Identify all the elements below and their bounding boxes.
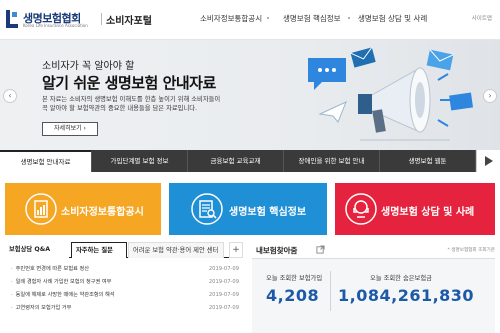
nav-disclosure[interactable]: 소비자정보통합공시 bbox=[200, 13, 262, 24]
list-item-title: 동일에 해제로 사망한 때에는 약관조항의 해석 bbox=[11, 289, 186, 302]
more-button[interactable]: 자세히보기 › bbox=[42, 122, 98, 136]
document-chart-icon bbox=[25, 193, 57, 225]
consultation-label: 생명보험 상담 및 사례 bbox=[381, 207, 475, 218]
site-header: 생명보험협회 Korea Life Insurance Association … bbox=[0, 0, 500, 40]
nav-core-info[interactable]: 생명보험 핵심정보 bbox=[283, 13, 341, 24]
play-icon bbox=[485, 156, 493, 166]
document-search-icon bbox=[191, 193, 223, 225]
hidden-claim-value: 1,084,261,830 bbox=[338, 286, 475, 305]
hero-tab-bar: 생명보험 안내자료 가입단계별 보험 정보 금융보험 교육교재 장애인을 위한 … bbox=[0, 150, 500, 172]
consultation-button[interactable]: 생명보험 상담 및 사례 bbox=[335, 183, 495, 235]
nav-separator-dot bbox=[267, 17, 269, 19]
more-plus-button[interactable]: + bbox=[229, 242, 243, 258]
insurance-finder-note: * 생명보험협회 조회기준 bbox=[447, 248, 495, 253]
stats-divider bbox=[330, 271, 331, 311]
next-slide-button[interactable]: › bbox=[483, 89, 497, 103]
list-item[interactable]: 고연령자의 보험가입 거부 2019-07-09 bbox=[5, 302, 243, 315]
external-link-icon[interactable] bbox=[316, 245, 325, 254]
core-info-label: 생명보험 핵심정보 bbox=[229, 207, 307, 218]
core-info-button[interactable]: 생명보험 핵심정보 bbox=[169, 183, 327, 235]
list-item-date: 2019-07-09 bbox=[208, 305, 239, 311]
hero-title: 알기 쉬운 생명보험 안내자료 bbox=[42, 74, 216, 92]
today-lookup-value: 4,208 bbox=[266, 286, 320, 305]
list-item-date: 2019-07-09 bbox=[208, 266, 239, 272]
tab-disabled-guide[interactable]: 장애인을 위한 보험 안내 bbox=[284, 150, 380, 172]
nav-separator-dot bbox=[348, 17, 350, 19]
qa-panel: 보험상담 Q&A 자주하는 질문 어려운 보험 약관·용어 제안 센터 + 주민… bbox=[5, 242, 243, 333]
tab-education[interactable]: 금융보험 교육교재 bbox=[188, 150, 284, 172]
tab-terms-center[interactable]: 어려운 보험 약관·용어 제안 센터 bbox=[128, 242, 224, 258]
tab-stage-info[interactable]: 가입단계별 보험 정보 bbox=[92, 150, 188, 172]
site-map-link[interactable]: 사이트맵 bbox=[472, 14, 492, 22]
hero-subtitle: 소비자가 꼭 알아야 할 bbox=[42, 61, 135, 72]
logo[interactable]: 생명보험협회 Korea Life Insurance Association bbox=[6, 8, 102, 32]
hero-description-line: 꼭 알아야 할 보험약관의 중요한 내용들을 담은 자료입니다. bbox=[42, 105, 198, 112]
insurance-finder-panel: 내보험찾아줌 * 생명보험협회 조회기준 오늘 조회한 보험가입 4,208 오… bbox=[252, 242, 495, 333]
hero-banner: 소비자가 꼭 알아야 할 알기 쉬운 생명보험 안내자료 본 자료는 소비자의 … bbox=[0, 40, 500, 150]
insurance-stats-box: 오늘 조회한 보험가입 4,208 오늘 조회한 숨은보험금 1,084,261… bbox=[252, 258, 495, 333]
list-item-title: 고연령자의 보험가입 거부 bbox=[11, 302, 186, 315]
tab-faq[interactable]: 자주하는 질문 bbox=[71, 242, 127, 258]
hero-description: 본 자료는 소비자의 생명보험 이해도를 한층 높이기 위해 소비자들이 꼭 알… bbox=[42, 95, 312, 113]
logo-mark-icon bbox=[6, 10, 18, 28]
portal-title[interactable]: 소비자포털 bbox=[106, 12, 152, 27]
tab-webtoon[interactable]: 생명보험 웹툰 bbox=[380, 150, 476, 172]
prev-slide-button[interactable]: ‹ bbox=[3, 89, 17, 103]
list-item-title: 주민번호 변경에 따른 보험료 정산 bbox=[11, 263, 186, 276]
tab-guide-materials[interactable]: 생명보험 안내자료 bbox=[0, 150, 92, 172]
consultation-icon bbox=[345, 193, 377, 225]
logo-subtitle: Korea Life Insurance Association bbox=[23, 23, 88, 28]
nav-consultation[interactable]: 생명보험 상담 및 사례 bbox=[358, 13, 427, 24]
qa-tab-bar: 보험상담 Q&A 자주하는 질문 어려운 보험 약관·용어 제안 센터 + bbox=[5, 242, 243, 258]
insurance-finder-title[interactable]: 내보험찾아줌 bbox=[256, 245, 297, 256]
hidden-claim-label: 오늘 조회한 숨은보험금 bbox=[370, 275, 432, 282]
disclosure-label: 소비자정보통합공시 bbox=[61, 207, 144, 218]
list-item[interactable]: 일례 경험자 사례 가입한 보험의 청구권 여부 2019-07-09 bbox=[5, 276, 243, 289]
megaphone-illustration bbox=[308, 47, 474, 141]
list-item[interactable]: 동일에 해제로 사망한 때에는 약관조항의 해석 2019-07-09 bbox=[5, 289, 243, 302]
play-button[interactable] bbox=[476, 150, 500, 172]
list-item-date: 2019-07-09 bbox=[208, 292, 239, 298]
list-item-date: 2019-07-09 bbox=[208, 279, 239, 285]
divider bbox=[101, 13, 102, 25]
today-lookup-label: 오늘 조회한 보험가입 bbox=[266, 275, 323, 282]
list-item-title: 일례 경험자 사례 가입한 보험의 청구권 여부 bbox=[11, 276, 186, 289]
disclosure-button[interactable]: 소비자정보통합공시 bbox=[5, 183, 161, 235]
tab-qa[interactable]: 보험상담 Q&A bbox=[5, 242, 69, 258]
hero-description-line: 본 자료는 소비자의 생명보험 이해도를 한층 높이기 위해 소비자들이 bbox=[42, 96, 221, 103]
list-item[interactable]: 주민번호 변경에 따른 보험료 정산 2019-07-09 bbox=[5, 263, 243, 276]
